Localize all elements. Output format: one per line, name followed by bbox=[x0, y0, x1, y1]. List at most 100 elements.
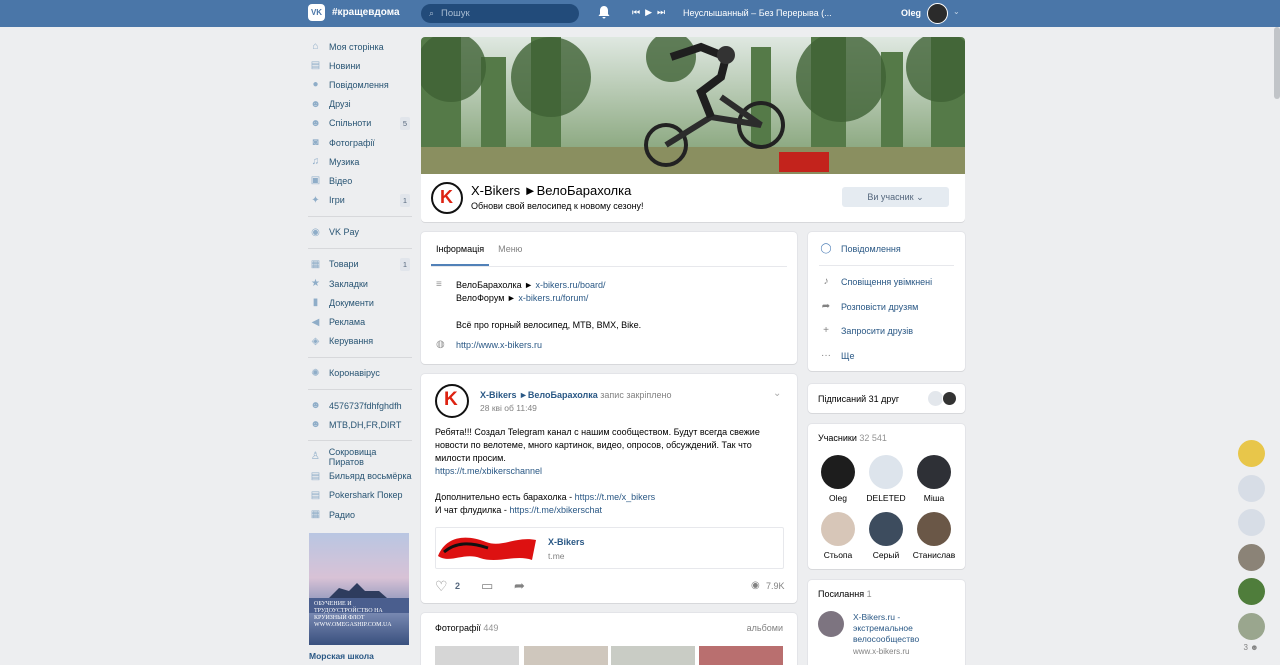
chevron-down-icon[interactable]: ⌄ bbox=[773, 388, 781, 399]
sidebar-item-documents[interactable]: ▮ Документи bbox=[308, 293, 412, 312]
sidebar-item-games[interactable]: ✦ Ігри 1 bbox=[308, 191, 412, 210]
app-icon: ☻ bbox=[310, 400, 321, 412]
online-count[interactable]: 3 ☻ bbox=[1230, 643, 1272, 652]
chat-avatar[interactable] bbox=[1237, 509, 1265, 536]
group-cover-image bbox=[421, 37, 965, 174]
comment-icon[interactable]: ▭ bbox=[481, 578, 493, 594]
sidebar-item-video[interactable]: ▣ Відео bbox=[308, 171, 412, 190]
info-line-forum: ВелоФорум ► x-bikers.ru/forum/ bbox=[456, 293, 589, 303]
sidebar-item-bookmarks[interactable]: ★ Закладки bbox=[308, 274, 412, 293]
heart-icon[interactable]: ♡ bbox=[435, 578, 448, 595]
chat-avatar[interactable] bbox=[1237, 612, 1265, 640]
play-icon[interactable]: ▶ bbox=[645, 7, 657, 17]
invite-friends[interactable]: + Запросити друзів bbox=[819, 325, 913, 336]
sidebar-item-vk-pay[interactable]: ◉ VK Pay bbox=[308, 223, 412, 242]
tab-info[interactable]: Інформація bbox=[431, 232, 490, 266]
photo-thumbnail[interactable] bbox=[524, 646, 608, 665]
sidebar-item-coronavirus[interactable]: ✺ Коронавірус bbox=[308, 364, 412, 383]
friends-following-card[interactable]: Підписаний 31 друг bbox=[808, 384, 965, 413]
member-button[interactable]: Ви учасник ⌄ bbox=[842, 187, 949, 207]
chat-avatar[interactable] bbox=[1237, 474, 1265, 502]
search-input[interactable]: ⌕ Пошук bbox=[421, 4, 579, 23]
sidebar-item-music[interactable]: ♫ Музика bbox=[308, 152, 412, 171]
tab-divider bbox=[431, 266, 787, 267]
vk-logo[interactable]: VK bbox=[308, 4, 325, 21]
albums-link[interactable]: альбоми bbox=[747, 623, 783, 633]
pinned-post: X-Bikers ►ВелоБарахолка запис закріплено… bbox=[421, 374, 797, 603]
ad-title[interactable]: Морская школа bbox=[309, 651, 374, 661]
next-track-icon[interactable]: ⏭ bbox=[657, 7, 670, 17]
user-avatar[interactable] bbox=[927, 3, 948, 24]
forum-link[interactable]: x-bikers.ru/forum/ bbox=[518, 293, 588, 303]
games-icon: ✦ bbox=[311, 194, 320, 206]
sidebar-item-groups[interactable]: ☻ Спільноти 5 bbox=[308, 114, 412, 133]
sidebar-divider bbox=[308, 215, 412, 217]
sidebar-item-app[interactable]: ☻ MTB,DH,FR,DIRT bbox=[308, 415, 412, 434]
share-with-friends[interactable]: ➦ Розповісти друзям bbox=[819, 301, 919, 312]
sidebar-item-ads[interactable]: ◀ Реклама bbox=[308, 312, 412, 331]
post-link-market[interactable]: https://t.me/x_bikers bbox=[575, 492, 656, 502]
views-count: 7.9K bbox=[766, 581, 785, 591]
member-item[interactable]: Стьопа bbox=[815, 512, 861, 560]
more-actions[interactable]: ··· Ще bbox=[819, 350, 854, 361]
post-link-channel[interactable]: https://t.me/xbikerschannel bbox=[435, 466, 542, 476]
sidebar-divider bbox=[308, 247, 412, 249]
sidebar-divider bbox=[308, 389, 412, 390]
friends-icon: ☻ bbox=[310, 98, 321, 110]
sidebar-item-my-page[interactable]: ⌂ Моя сторінка bbox=[308, 37, 412, 56]
members-title[interactable]: Учасники bbox=[818, 433, 857, 443]
board-link[interactable]: x-bikers.ru/board/ bbox=[536, 280, 606, 290]
sidebar-item-game[interactable]: ▦ Радио bbox=[308, 505, 412, 524]
page-scrollbar[interactable] bbox=[1274, 27, 1280, 99]
ad-banner-image[interactable]: ОБУЧЕНИЕ И ТРУДОУСТРОЙСТВО НА КРУИЗНЫЙ Ф… bbox=[309, 533, 409, 645]
chat-avatar[interactable] bbox=[1237, 578, 1265, 605]
notifications-toggle[interactable]: ♪ Сповіщення увімкнені bbox=[819, 276, 933, 287]
member-item[interactable]: Серый bbox=[863, 512, 909, 560]
sidebar-item-shop[interactable]: ▦ Товари 1 bbox=[308, 255, 412, 274]
photos-title[interactable]: Фотографії bbox=[435, 623, 481, 633]
link-avatar[interactable] bbox=[818, 611, 844, 637]
group-avatar[interactable] bbox=[431, 182, 463, 214]
member-item[interactable]: Міша bbox=[911, 455, 957, 503]
post-date[interactable]: 28 кві об 11:49 bbox=[480, 403, 537, 413]
tab-menu[interactable]: Меню bbox=[493, 232, 527, 266]
sidebar-item-manage[interactable]: ◈ Керування bbox=[308, 332, 412, 351]
bell-icon[interactable] bbox=[598, 6, 611, 20]
share-icon[interactable]: ➦ bbox=[514, 578, 525, 594]
post-author-avatar[interactable] bbox=[435, 384, 469, 418]
sidebar-item-friends[interactable]: ☻ Друзі bbox=[308, 95, 412, 114]
now-playing-track[interactable]: Неуслышанный – Без Перерыва (... bbox=[683, 8, 832, 18]
post-link-chat[interactable]: https://t.me/xbikerschat bbox=[509, 505, 602, 515]
user-name[interactable]: Oleg bbox=[901, 8, 921, 18]
sidebar-item-news[interactable]: ▤ Новини bbox=[308, 56, 412, 75]
link-snippet[interactable]: X-Bikers t.me bbox=[435, 527, 784, 569]
links-title[interactable]: Посилання bbox=[818, 589, 864, 599]
chat-avatar[interactable] bbox=[1237, 440, 1265, 467]
link-title[interactable]: X-Bikers.ru - экстремальное велосообщест… bbox=[853, 612, 953, 645]
member-avatar bbox=[869, 512, 903, 546]
message-button[interactable]: ◯ Повідомлення bbox=[819, 243, 900, 254]
photo-thumbnail[interactable] bbox=[699, 646, 783, 665]
sidebar-item-game[interactable]: ♙ Сокровища Пиратов bbox=[308, 447, 412, 467]
chevron-down-icon[interactable]: ⌄ bbox=[953, 7, 960, 16]
left-sidebar: ⌂ Моя сторінка ▤ Новини ● Повідомлення ☻ Дру… bbox=[308, 37, 412, 524]
photo-thumbnail[interactable] bbox=[611, 646, 695, 665]
post-author[interactable]: X-Bikers ►ВелоБарахолка bbox=[480, 390, 598, 400]
member-item[interactable]: Oleg bbox=[815, 455, 861, 503]
sidebar-item-game[interactable]: ▤ Pokershark Покер bbox=[308, 486, 412, 505]
prev-track-icon[interactable]: ⏮ bbox=[632, 7, 645, 17]
groups-count-badge: 5 bbox=[399, 116, 410, 130]
photo-thumbnail[interactable] bbox=[435, 646, 519, 665]
game-icon: ▤ bbox=[310, 470, 321, 482]
sidebar-item-photos[interactable]: ◙ Фотографії bbox=[308, 133, 412, 152]
member-item[interactable]: Станислав bbox=[911, 512, 957, 560]
member-item[interactable]: DELETED bbox=[863, 455, 909, 503]
website-link[interactable]: http://www.x-bikers.ru bbox=[456, 340, 542, 350]
brand-hashtag[interactable]: #кращевдома bbox=[332, 7, 400, 18]
info-tabs: Інформація Меню bbox=[431, 232, 531, 266]
sidebar-item-messages[interactable]: ● Повідомлення bbox=[308, 75, 412, 94]
group-status: Обнови свой велосипед к новому сезону! bbox=[471, 201, 644, 211]
chat-avatar[interactable] bbox=[1237, 543, 1265, 571]
sidebar-item-game[interactable]: ▤ Бильярд восьмёрка bbox=[308, 467, 412, 486]
sidebar-item-app[interactable]: ☻ 4576737fdhfghdfh bbox=[308, 396, 412, 415]
